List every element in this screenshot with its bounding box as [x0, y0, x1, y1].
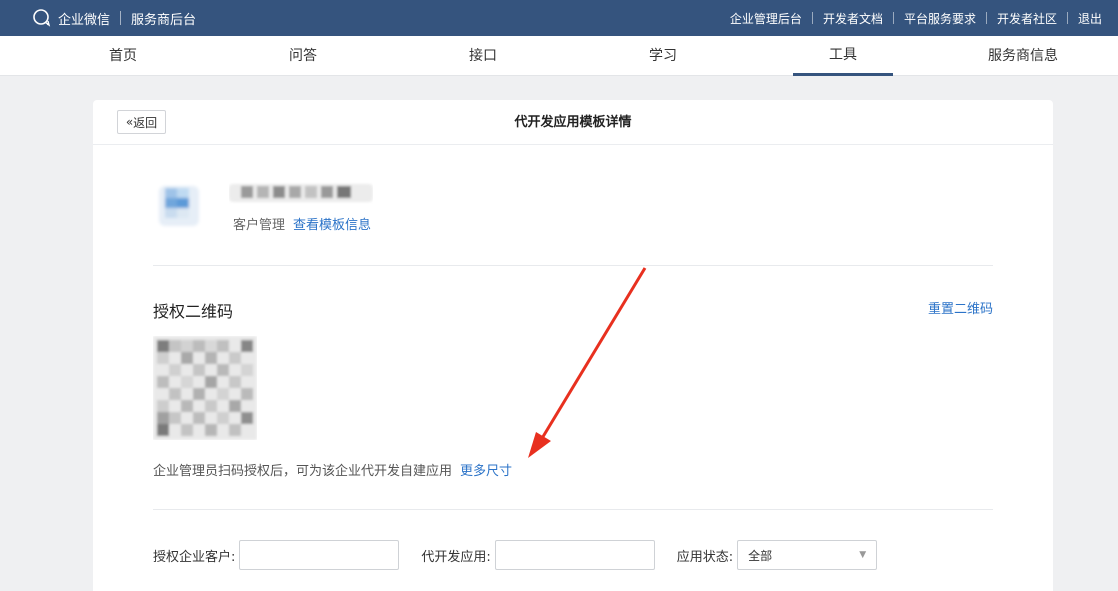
tab-learn[interactable]: 学习: [613, 36, 713, 76]
back-button-label: 返回: [133, 115, 158, 130]
back-button[interactable]: «返回: [117, 110, 166, 134]
brand-subtitle: 服务商后台: [131, 12, 197, 28]
tab-tools[interactable]: 工具: [793, 36, 893, 76]
brand-name: 企业微信: [58, 12, 111, 28]
chevron-down-icon: ▼: [859, 550, 867, 560]
app-category: 客户管理: [233, 218, 286, 233]
tab-qa[interactable]: 问答: [253, 36, 353, 76]
qr-description-text: 企业管理员扫码授权后，可为该企业代开发自建应用: [153, 464, 453, 479]
app-filter-input[interactable]: [494, 540, 655, 570]
tab-api[interactable]: 接口: [433, 36, 533, 76]
top-link-docs[interactable]: 开发者文档: [813, 10, 893, 27]
brand[interactable]: 企业微信 服务商后台: [32, 0, 196, 36]
reset-qr-link[interactable]: 重置二维码: [928, 298, 993, 317]
main-nav: 首页 问答 接口 学习 工具 服务商信息: [0, 36, 1118, 76]
customer-filter-label: 授权企业客户:: [153, 549, 236, 565]
filter-bar: 授权企业客户: 代开发应用: 应用状态: 全部 ▼: [153, 540, 878, 570]
top-links: 企业管理后台 开发者文档 平台服务要求 开发者社区 退出: [720, 0, 1112, 36]
app-filter-label: 代开发应用:: [421, 549, 491, 565]
authorization-qr-code: [153, 336, 257, 440]
double-chevron-left-icon: «: [125, 115, 134, 129]
status-filter-select[interactable]: 全部 ▼: [737, 540, 878, 570]
qr-section-title: 授权二维码: [153, 302, 234, 321]
top-bar: 企业微信 服务商后台 企业管理后台 开发者文档 平台服务要求 开发者社区 退出: [0, 0, 1118, 36]
app-meta: 客户管理 查看模板信息: [233, 214, 371, 233]
top-link-community[interactable]: 开发者社区: [987, 10, 1067, 27]
section-divider: [153, 509, 993, 510]
card-header: 代开发应用模板详情 «返回: [93, 100, 1053, 145]
customer-filter-input[interactable]: [239, 540, 400, 570]
more-sizes-link[interactable]: 更多尺寸: [460, 464, 512, 479]
status-filter-value: 全部: [748, 548, 773, 563]
page-title: 代开发应用模板详情: [514, 115, 632, 130]
brand-divider: [120, 11, 122, 25]
qr-description: 企业管理员扫码授权后，可为该企业代开发自建应用 更多尺寸: [153, 460, 512, 479]
app-name-redacted: [229, 184, 373, 202]
app-icon: [159, 186, 199, 226]
top-link-requirements[interactable]: 平台服务要求: [894, 10, 986, 27]
tab-provider-info[interactable]: 服务商信息: [973, 36, 1073, 76]
wecom-logo-icon: [33, 9, 51, 27]
section-divider: [153, 265, 993, 266]
view-template-info-link[interactable]: 查看模板信息: [293, 218, 371, 233]
template-detail-card: 代开发应用模板详情 «返回 客户管理 查看模板信息 授权二维码 重置二维码 企业…: [93, 100, 1053, 591]
status-filter-label: 应用状态:: [676, 549, 734, 565]
top-link-admin[interactable]: 企业管理后台: [720, 10, 812, 27]
tab-home[interactable]: 首页: [73, 36, 173, 76]
top-link-logout[interactable]: 退出: [1068, 10, 1112, 27]
